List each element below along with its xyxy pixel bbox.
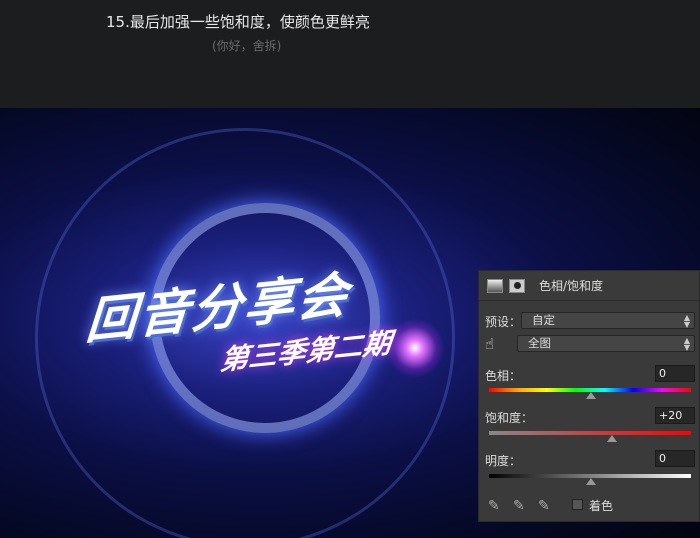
channel-select[interactable]: 全图 ▲ ▼ (517, 335, 695, 352)
panel-title: 色相/饱和度 (539, 279, 604, 293)
saturation-slider[interactable] (489, 431, 691, 435)
preset-label: 预设： (485, 315, 522, 329)
step-title: 15.最后加强一些饱和度，使颜色更鲜亮 (106, 13, 370, 31)
hue-saturation-panel: 色相/饱和度 预设： 自定 ▲ ▼ ☝ 全图 ▲ ▼ 色相： 0 饱和度： +20 明度… (478, 270, 700, 522)
saturation-label: 饱和度： (485, 411, 534, 425)
lightness-label: 明度： (485, 454, 522, 468)
hue-input[interactable]: 0 (655, 365, 695, 382)
saturation-slider-thumb[interactable] (607, 435, 617, 442)
colorize-label: 着色 (589, 499, 614, 513)
colorize-checkbox[interactable] (572, 499, 583, 510)
instruction-header: 15.最后加强一些饱和度，使颜色更鲜亮 (你好，舍拆) (0, 0, 700, 108)
lightness-slider-thumb[interactable] (586, 478, 596, 485)
preset-value: 自定 (532, 313, 555, 327)
updown-icon: ▲ ▼ (683, 313, 690, 329)
step-subtitle: (你好，舍拆) (212, 39, 282, 53)
hand-tool-icon[interactable]: ☝ (485, 335, 494, 353)
updown-icon: ▲ ▼ (683, 336, 690, 352)
eyedropper-minus-icon[interactable]: ✎ (538, 498, 550, 514)
lightness-input[interactable]: 0 (655, 450, 695, 467)
lens-flare (385, 318, 445, 378)
hue-label: 色相： (485, 369, 522, 383)
eyedropper-icon[interactable]: ✎ (488, 498, 500, 514)
adjustment-layer-icon[interactable] (487, 278, 503, 293)
saturation-input[interactable]: +20 (655, 407, 695, 424)
eyedropper-plus-icon[interactable]: ✎ (513, 498, 525, 514)
hue-slider-thumb[interactable] (586, 392, 596, 399)
mask-icon[interactable] (509, 278, 525, 293)
channel-value: 全图 (528, 336, 551, 350)
preset-select[interactable]: 自定 ▲ ▼ (521, 312, 695, 329)
